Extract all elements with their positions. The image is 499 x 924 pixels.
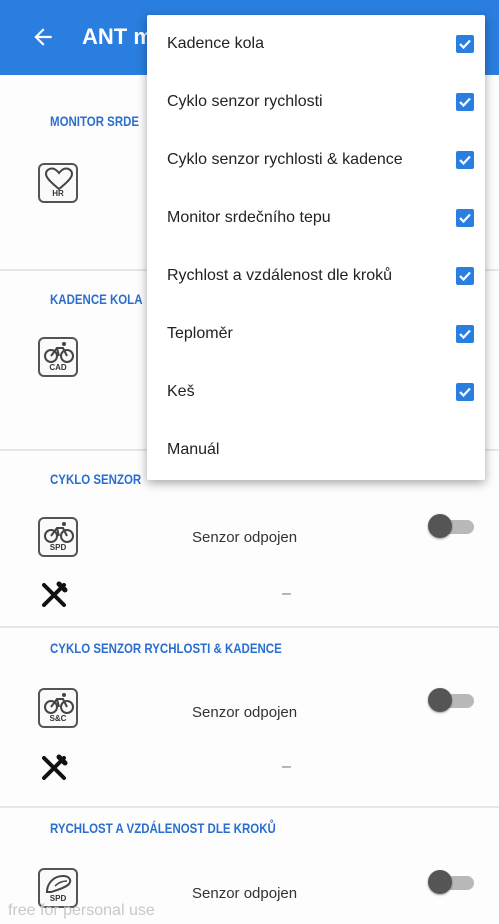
sensor-value: – [282,585,291,602]
menu-item-label: Cyklo senzor rychlosti [167,93,323,110]
icon-tag: CAD [49,363,67,372]
sensor-status: Senzor odpojen [192,704,298,721]
wrench-screwdriver-icon[interactable] [40,754,68,782]
bike-cadence-icon: CAD [38,337,78,377]
menu-item-cyklo-senzor-rychlosti[interactable]: Cyklo senzor rychlosti [147,73,485,131]
menu-item-label: Keš [167,383,195,400]
page-title: ANT m [82,24,153,49]
checkbox-checked-icon[interactable] [456,383,474,401]
sensor-toggle[interactable] [428,688,476,712]
menu-item-label: Cyklo senzor rychlosti & kadence [167,151,403,168]
menu-item-label: Rychlost a vzdálenost dle kroků [167,267,392,284]
sensor-status: Senzor odpojen [192,885,298,902]
sensor-filter-menu: Kadence kola Cyklo senzor rychlosti Cykl… [147,15,485,480]
section-title: RYCHLOST A VZDÁLENOST DLE KROKŮ [50,820,276,836]
icon-tag: S&C [49,714,67,723]
bike-speed-icon: SPD [38,517,78,557]
menu-item-label: Monitor srdečního tepu [167,209,331,226]
checkbox-checked-icon[interactable] [456,151,474,169]
menu-item-teplomer[interactable]: Teploměr [147,305,485,363]
menu-item-kadence-kola[interactable]: Kadence kola [147,15,485,73]
icon-tag: SPD [49,543,67,552]
toggle-thumb [428,688,452,712]
arrow-left-icon[interactable] [30,24,56,50]
menu-item-kes[interactable]: Keš [147,363,485,421]
menu-item-label: Kadence kola [167,35,264,52]
checkbox-checked-icon[interactable] [456,209,474,227]
wrench-screwdriver-icon[interactable] [40,581,68,609]
section-title: MONITOR SRDE [50,113,140,129]
menu-item-label: Manuál [167,441,220,458]
menu-item-monitor-srdecniho-tepu[interactable]: Monitor srdečního tepu [147,189,485,247]
menu-item-label: Teploměr [167,325,233,342]
menu-item-rychlost-vzdalenost[interactable]: Rychlost a vzdálenost dle kroků [147,247,485,305]
toggle-thumb [428,514,452,538]
menu-item-manual[interactable]: Manuál [147,421,485,479]
section-title: KADENCE KOLA [50,291,143,307]
sensor-value: – [282,758,291,775]
sensor-toggle[interactable] [428,514,476,538]
heart-rate-icon: HR [38,163,78,203]
watermark: free for personal use [8,902,155,919]
section-title: CYKLO SENZOR [50,471,142,487]
icon-tag: HR [52,189,64,198]
checkbox-checked-icon[interactable] [456,325,474,343]
section-title: CYKLO SENZOR RYCHLOSTI & KADENCE [50,640,282,656]
checkbox-checked-icon[interactable] [456,35,474,53]
section-bike-speed-cadence: CYKLO SENZOR RYCHLOSTI & KADENCE S&C Sen… [0,626,499,808]
checkbox-checked-icon[interactable] [456,93,474,111]
sensor-status: Senzor odpojen [192,529,298,546]
sensor-toggle[interactable] [428,870,476,894]
menu-item-cyklo-senzor-rychlosti-kadence[interactable]: Cyklo senzor rychlosti & kadence [147,131,485,189]
toggle-thumb [428,870,452,894]
checkbox-checked-icon[interactable] [456,267,474,285]
bike-speed-cadence-icon: S&C [38,688,78,728]
